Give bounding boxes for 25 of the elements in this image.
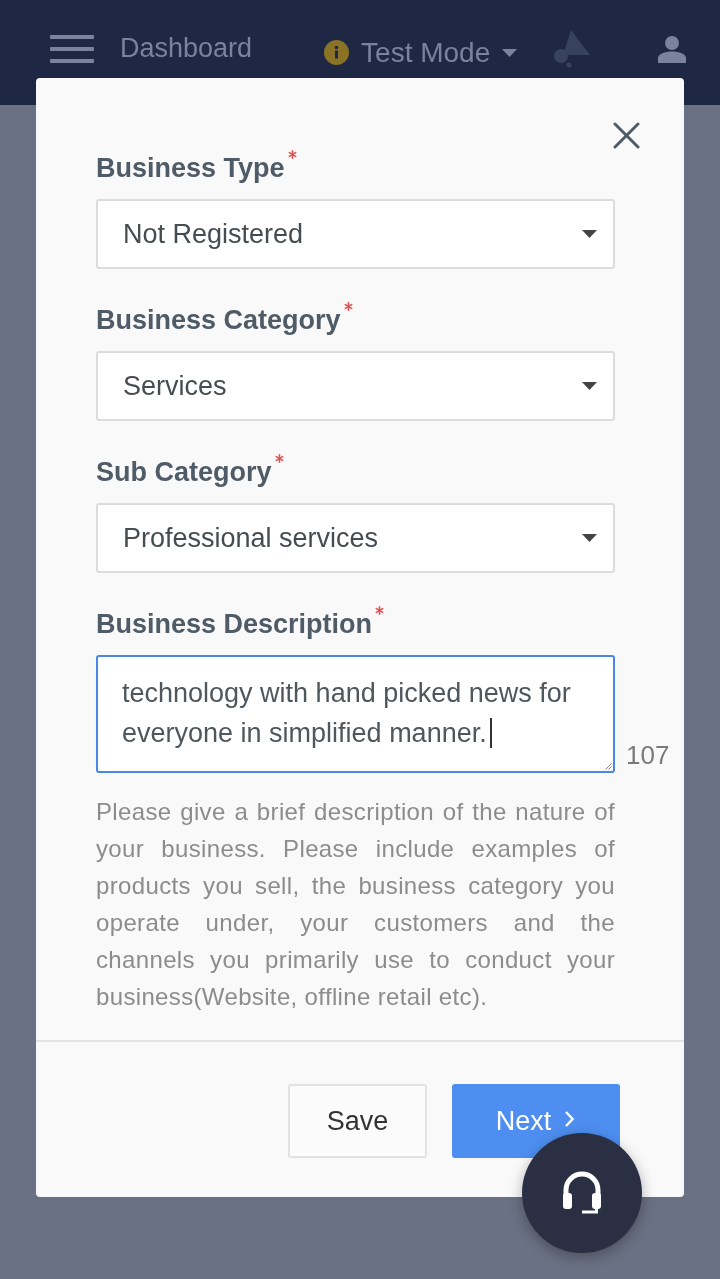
resize-grip-icon[interactable] xyxy=(605,763,612,770)
select-field[interactable]: Professional services xyxy=(96,503,615,573)
support-button[interactable] xyxy=(522,1133,642,1253)
field-label: Sub Category xyxy=(96,456,272,488)
page-title: Dashboard xyxy=(120,33,253,64)
caret-icon xyxy=(582,382,597,390)
caret-icon xyxy=(582,230,597,238)
close-icon xyxy=(613,122,640,149)
help-text: Please give a brief description of the nature of your business. Please include examples of products you sell, the business category you operate under, your customers and the channels you primarily use to conduct your business(Website, offline retail etc). xyxy=(96,797,615,1012)
user-icon[interactable] xyxy=(658,34,686,63)
info-icon xyxy=(324,40,350,65)
select-field[interactable]: Not Registered xyxy=(96,199,615,269)
field-label: Business Description xyxy=(96,608,373,640)
mode-dropdown[interactable]: Test Mode xyxy=(324,36,518,69)
description-field[interactable]: technology with hand picked news for everyone in simplified manner. xyxy=(96,655,615,773)
caret-icon xyxy=(582,534,597,542)
field-label: Business Type xyxy=(96,152,285,184)
close-button[interactable] xyxy=(613,122,640,149)
save-button[interactable]: Save xyxy=(288,1084,427,1158)
caret-icon xyxy=(502,48,518,57)
character-counter: 107 xyxy=(626,740,670,771)
field-label: Business Category xyxy=(96,304,341,336)
select-field[interactable]: Services xyxy=(96,351,615,421)
headset-icon xyxy=(562,1170,602,1216)
menu-icon[interactable] xyxy=(50,34,94,63)
